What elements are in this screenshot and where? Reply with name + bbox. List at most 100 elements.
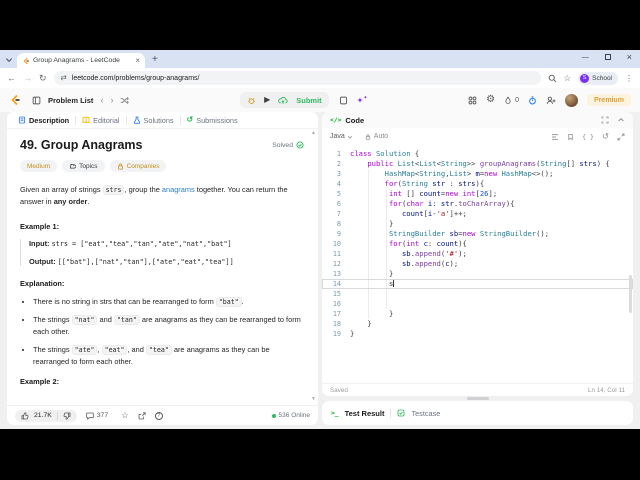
submit-cloud-icon[interactable] <box>278 96 288 105</box>
timer-icon[interactable] <box>528 95 537 105</box>
topics-badge[interactable]: Topics <box>62 160 105 172</box>
line-number: 4 <box>336 180 341 188</box>
problem-content[interactable]: ▲ 49. Group Anagrams Solved Medium Topic… <box>7 129 318 405</box>
bookmark-star-icon[interactable]: ☆ <box>564 74 572 83</box>
code-line[interactable]: 4 for(String str : strs){ <box>322 179 633 189</box>
submit-button[interactable]: Submit <box>296 96 321 105</box>
next-problem-icon[interactable]: › <box>110 95 113 105</box>
run-button[interactable]: ▶ <box>264 96 270 104</box>
window-minimize-button[interactable]: — <box>582 54 589 61</box>
expand-editor-icon[interactable] <box>617 133 625 141</box>
streak-flame[interactable]: 0 <box>504 95 519 105</box>
leetcode-logo[interactable] <box>9 94 21 106</box>
line-number: 9 <box>336 230 341 238</box>
settings-gear-icon[interactable]: ⚙ <box>486 95 495 105</box>
code-line[interactable]: 15 <box>322 289 633 299</box>
tab-test-result[interactable]: Test Result <box>345 409 385 418</box>
help-icon[interactable]: ? <box>154 411 163 420</box>
back-button[interactable]: ← <box>7 73 16 83</box>
site-info-icon[interactable]: ⇄ <box>61 74 67 82</box>
language-selector[interactable]: Java <box>330 133 353 140</box>
code-line[interactable]: 1 class Solution { <box>322 149 633 159</box>
code-line[interactable]: 9 StringBuilder sb=new StringBuilder(); <box>322 229 633 239</box>
line-number: 16 <box>332 300 341 308</box>
code-line[interactable]: 13 } <box>322 269 633 279</box>
reset-code-icon[interactable]: ↺ <box>602 132 609 141</box>
example1-output: Output: [["bat"],["nat","tan"],["ate","e… <box>29 256 234 266</box>
code-line[interactable]: 11 sb.append('#'); <box>322 249 633 259</box>
tab-search-icon[interactable] <box>3 54 15 66</box>
scroll-down-arrow[interactable]: ▼ <box>311 397 316 402</box>
refresh-button[interactable]: ↻ <box>39 73 47 83</box>
zoom-icon[interactable] <box>548 74 557 83</box>
premium-button[interactable]: Premium <box>587 94 631 106</box>
format-code-icon[interactable] <box>551 133 559 141</box>
code-line[interactable]: 7 count[i-'a']++; <box>322 209 633 219</box>
profile-name: School <box>592 74 612 82</box>
user-avatar[interactable] <box>565 93 579 107</box>
code-editor[interactable]: 1 class Solution {2 public List<List<Stri… <box>322 145 633 383</box>
line-number: 8 <box>336 220 341 228</box>
url-field[interactable]: ⇄ leetcode.com/problems/group-anagrams/ <box>53 71 541 85</box>
invite-user-icon[interactable] <box>546 96 556 105</box>
companies-badge[interactable]: Companies <box>109 160 167 172</box>
code-line[interactable]: 5 int [] count=new int[26]; <box>322 189 633 199</box>
share-icon[interactable] <box>138 411 146 420</box>
collapse-panel-icon[interactable] <box>617 116 625 124</box>
code-line[interactable]: 12 sb.append(c); <box>322 259 633 269</box>
scroll-up-arrow[interactable]: ▲ <box>311 131 316 136</box>
new-tab-button[interactable]: + <box>152 55 158 65</box>
online-dot <box>271 413 276 418</box>
auto-save-toggle[interactable]: Auto <box>365 133 388 140</box>
tab-description[interactable]: Description <box>12 116 75 125</box>
code-line[interactable]: 17 } <box>322 309 633 319</box>
explanation-label: Explanation: <box>20 278 65 288</box>
notes-icon[interactable] <box>339 96 348 105</box>
code-line[interactable]: 2 public List<List<String>> groupAnagram… <box>322 159 633 169</box>
ai-sparkle-icon[interactable]: ✦✦ <box>357 95 368 105</box>
tab-editorial[interactable]: Editorial <box>76 116 125 125</box>
code-line[interactable]: 18 } <box>322 319 633 329</box>
window-maximize-button[interactable] <box>604 54 611 60</box>
code-line[interactable]: 19} <box>322 329 633 339</box>
code-icon: </> <box>330 116 342 124</box>
fullscreen-icon[interactable] <box>601 116 609 124</box>
tab-submissions[interactable]: ↺ Submissions <box>181 116 244 125</box>
code-line[interactable]: 6 for(char i: str.toCharArray){ <box>322 199 633 209</box>
tab-testcase[interactable]: Testcase <box>411 409 440 418</box>
browser-profile-chip[interactable]: S School <box>578 71 618 85</box>
difficulty-badge[interactable]: Medium <box>20 160 58 172</box>
code-line[interactable]: 10 for(int c: count){ <box>322 239 633 249</box>
thumbs-down-icon[interactable] <box>63 412 71 420</box>
layout-grid-icon[interactable] <box>468 96 477 105</box>
browser-address-bar: ← → ↻ ⇄ leetcode.com/problems/group-anag… <box>0 68 640 88</box>
window-close-button[interactable]: × <box>627 52 632 62</box>
language-label: Java <box>330 133 345 140</box>
problem-list-label[interactable]: Problem List <box>48 96 93 105</box>
shuffle-icon[interactable] <box>120 96 130 105</box>
tab-solutions[interactable]: Solutions <box>127 116 180 125</box>
problem-list-icon[interactable] <box>32 96 41 105</box>
tab-close-icon[interactable]: × <box>135 56 140 65</box>
code-line[interactable]: 14 s <box>322 279 633 289</box>
description-tab-bar: Description Editorial Solutions ↺ Submis… <box>7 112 318 129</box>
bookmark-icon[interactable] <box>567 133 574 141</box>
browser-tab-strip: Group Anagrams - LeetCode × + — × <box>0 50 640 68</box>
prev-problem-icon[interactable]: ‹ <box>100 95 103 105</box>
problem-statement: Given an array of strings strs, group th… <box>20 185 288 206</box>
thumbs-up-icon[interactable] <box>21 411 29 420</box>
code-line[interactable]: 3 HashMap<String,List> m=new HashMap<>()… <box>322 169 633 179</box>
resize-handle[interactable] <box>466 397 489 400</box>
editor-scrollbar[interactable] <box>629 275 632 313</box>
debug-icon[interactable] <box>247 96 256 105</box>
browser-tab[interactable]: Group Anagrams - LeetCode × <box>17 53 145 68</box>
favorite-star-icon[interactable]: ☆ <box>121 411 129 420</box>
browser-menu-icon[interactable]: ⋮ <box>625 74 633 83</box>
likes-count: 21.7K <box>34 412 52 419</box>
code-line[interactable]: 16 <box>322 299 633 309</box>
comments-button[interactable]: 377 <box>86 412 108 420</box>
code-line[interactable]: 8 } <box>322 219 633 229</box>
snippets-icon[interactable]: { } <box>582 133 594 141</box>
forward-button[interactable]: → <box>23 73 32 83</box>
solutions-icon <box>133 116 141 124</box>
